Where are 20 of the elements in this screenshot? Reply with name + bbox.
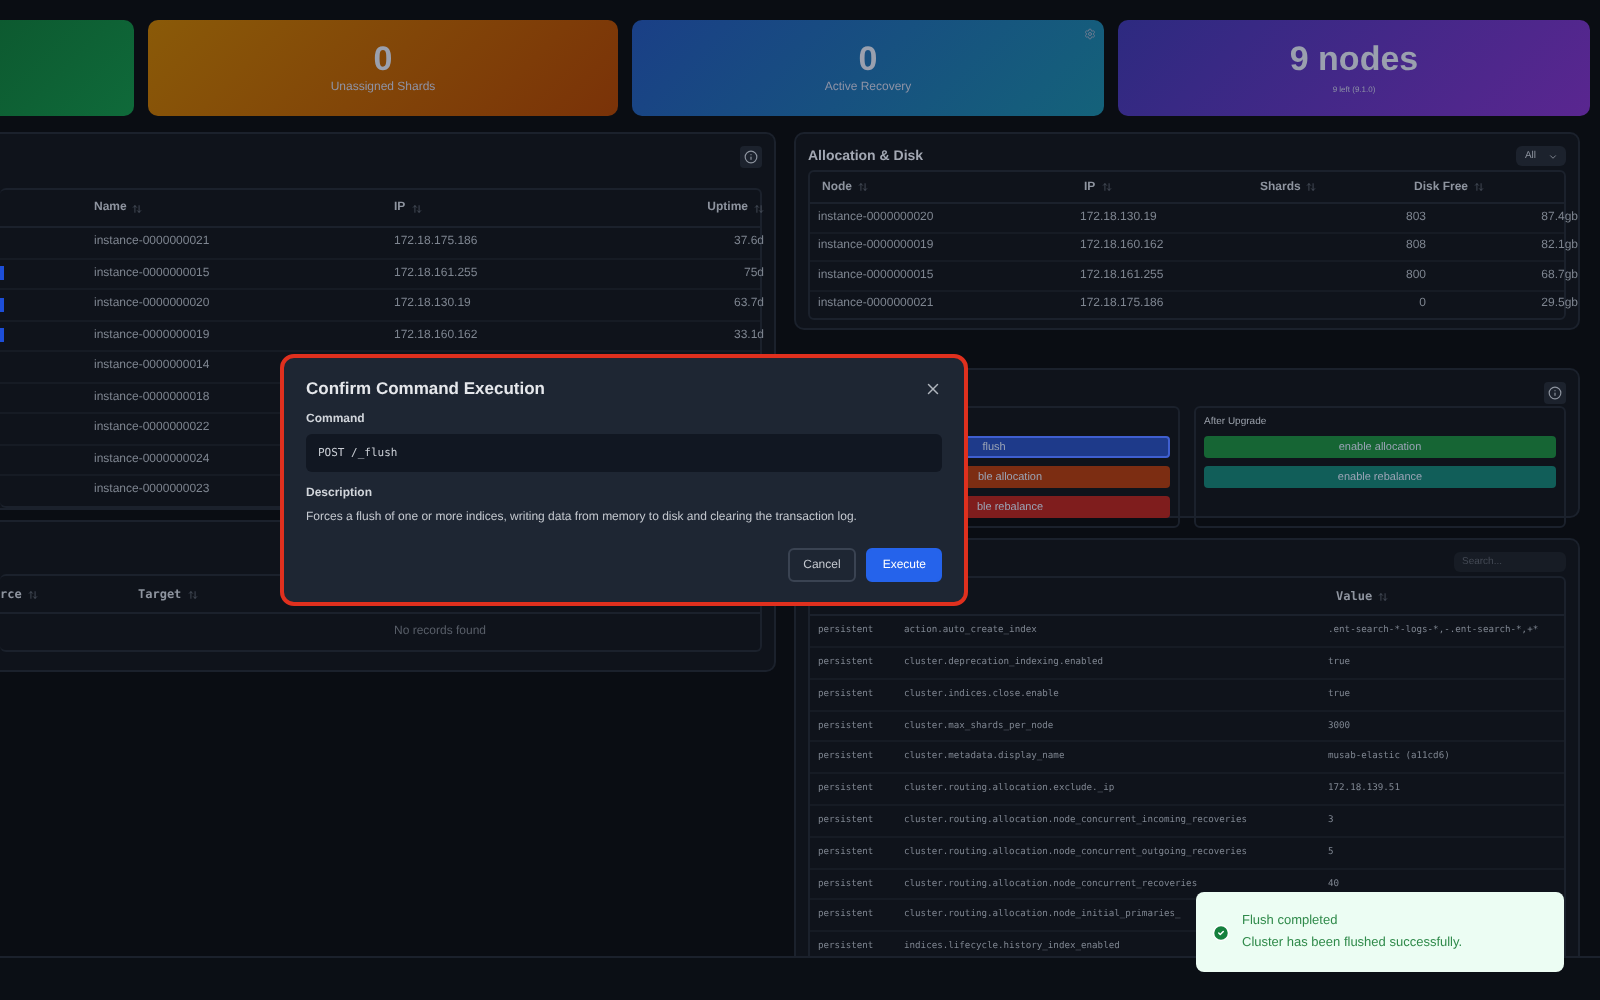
stat-card — [0, 20, 134, 116]
close-icon[interactable] — [924, 379, 942, 397]
sort-icon — [27, 589, 38, 599]
sort-icon — [754, 203, 764, 213]
dialog-title: Confirm Command Execution — [306, 378, 545, 398]
stat-value: 0 — [858, 41, 878, 79]
sort-icon — [132, 203, 143, 213]
sort-icon — [1306, 182, 1317, 192]
check-icon — [1212, 923, 1230, 941]
sort-icon — [1101, 182, 1112, 192]
stat-value: 0 — [373, 41, 393, 79]
sort-icon — [187, 589, 198, 599]
sort-icon — [411, 203, 422, 213]
info-icon[interactable] — [1544, 381, 1566, 403]
sort-icon — [1378, 591, 1389, 602]
sort-icon — [858, 182, 868, 192]
chevron-icon — [1548, 151, 1558, 161]
info-icon[interactable] — [740, 146, 762, 168]
stat-value: 9 nodes — [1289, 42, 1419, 80]
sort-icon — [1474, 182, 1485, 192]
